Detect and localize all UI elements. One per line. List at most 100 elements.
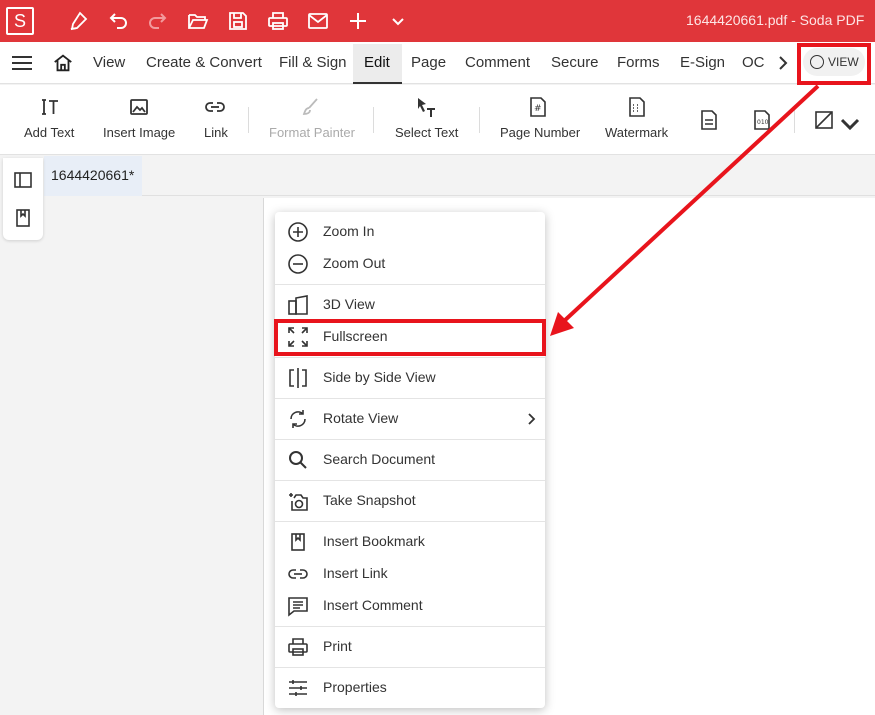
save-icon[interactable] [226, 9, 250, 33]
comment-icon [287, 595, 309, 617]
menu-edit[interactable]: Edit [364, 54, 390, 71]
sign-pen-icon[interactable] [66, 9, 90, 33]
redo-icon[interactable] [146, 9, 170, 33]
watermark-label: Watermark [605, 125, 669, 140]
select-text-button[interactable]: Select Text [392, 85, 464, 155]
add-text-label: Add Text [24, 125, 75, 140]
menu-item-insert-comment[interactable]: Insert Comment [275, 589, 545, 621]
menu-item-insert-bookmark[interactable]: Insert Bookmark [275, 525, 545, 557]
format-painter-button[interactable]: Format Painter [266, 85, 358, 155]
page-number-label: Page Number [500, 125, 581, 140]
menu-item-zoom-in[interactable]: Zoom In [275, 215, 545, 247]
print-icon [287, 636, 309, 658]
watermark-icon [625, 95, 649, 119]
ribbon-separator [373, 107, 374, 133]
chevron-right-icon [527, 412, 537, 426]
menu-forms[interactable]: Forms [617, 54, 660, 71]
undo-icon[interactable] [106, 9, 130, 33]
brush-icon [299, 95, 323, 119]
menu-fill-sign[interactable]: Fill & Sign [279, 54, 347, 71]
add-text-icon [38, 95, 62, 119]
zoom-in-icon [287, 221, 309, 243]
menu-item-label: Print [323, 638, 352, 654]
zoom-out-icon [287, 253, 309, 275]
document-title: 1644420661.pdf - Soda PDF [686, 12, 865, 28]
header-footer-button[interactable] [697, 85, 721, 155]
menu-page[interactable]: Page [411, 54, 446, 71]
menu-item-label: Insert Comment [323, 597, 423, 613]
menu-item-take-snapshot[interactable]: Take Snapshot [275, 484, 545, 516]
chevron-right-icon[interactable] [776, 55, 790, 71]
print-icon[interactable] [266, 9, 290, 33]
properties-icon [287, 677, 309, 699]
bates-numbering-icon: 010 [750, 108, 774, 132]
rotate-icon [287, 408, 309, 430]
hamburger-menu-icon[interactable] [12, 54, 34, 72]
insert-image-label: Insert Image [103, 125, 176, 140]
email-icon[interactable] [306, 9, 330, 33]
side-by-side-icon [287, 367, 309, 389]
soda-logo[interactable]: S [6, 7, 34, 35]
link-label: Link [204, 125, 228, 140]
page-number-button[interactable]: # Page Number [497, 85, 581, 155]
add-text-button[interactable]: Add Text [18, 85, 82, 155]
menu-comment[interactable]: Comment [465, 54, 530, 71]
redact-button[interactable] [812, 85, 860, 155]
title-bar: S 1644420661.pdf - Soda PDF [0, 0, 875, 42]
menu-item-3d-view[interactable]: 3D View [275, 288, 545, 320]
menu-item-label: Take Snapshot [323, 492, 416, 508]
home-icon[interactable] [52, 52, 74, 74]
redact-icon [812, 108, 836, 132]
menu-divider [275, 667, 545, 668]
menu-divider [275, 284, 545, 285]
menu-item-insert-link[interactable]: Insert Link [275, 557, 545, 589]
menu-bar: View Create & Convert Fill & Sign Edit P… [0, 42, 875, 84]
format-painter-label: Format Painter [269, 125, 355, 140]
menu-divider [275, 521, 545, 522]
menu-esign[interactable]: E-Sign [680, 54, 725, 71]
menu-item-label: Insert Link [323, 565, 388, 581]
menu-divider [275, 480, 545, 481]
menu-item-search-document[interactable]: Search Document [275, 443, 545, 475]
svg-text:#: # [534, 104, 542, 114]
menu-divider [275, 398, 545, 399]
menu-divider [275, 357, 545, 358]
menu-item-label: Insert Bookmark [323, 533, 425, 549]
view-dropdown-menu: Zoom In Zoom Out 3D View Fullscreen Side… [275, 212, 545, 708]
ribbon-separator [479, 107, 480, 133]
menu-item-label: Search Document [323, 451, 436, 467]
menu-item-rotate-view[interactable]: Rotate View [275, 402, 545, 434]
menu-item-zoom-out[interactable]: Zoom Out [275, 247, 545, 279]
chevron-down-icon [838, 112, 860, 131]
menu-item-properties[interactable]: Properties [275, 671, 545, 703]
thumbnails-panel-icon[interactable] [13, 170, 33, 190]
menu-item-label: Zoom Out [323, 255, 386, 271]
insert-image-button[interactable]: Insert Image [100, 85, 180, 155]
document-tab[interactable]: 1644420661* [44, 156, 142, 196]
link-icon [203, 95, 227, 119]
bookmarks-panel-icon[interactable] [13, 208, 33, 228]
link-button[interactable]: Link [197, 85, 237, 155]
snapshot-icon [287, 490, 309, 512]
ribbon-separator [794, 107, 795, 133]
menu-item-print[interactable]: Print [275, 630, 545, 662]
watermark-button[interactable]: Watermark [602, 85, 674, 155]
plus-icon[interactable] [346, 9, 370, 33]
menu-ocr[interactable]: OC [742, 54, 765, 71]
open-folder-icon[interactable] [186, 9, 210, 33]
menu-divider [275, 439, 545, 440]
menu-view[interactable]: View [93, 54, 125, 71]
3d-view-icon [287, 294, 309, 316]
menu-create-convert[interactable]: Create & Convert [146, 54, 262, 71]
menu-item-side-by-side[interactable]: Side by Side View [275, 361, 545, 393]
ribbon-separator [248, 107, 249, 133]
bates-button[interactable]: 010 [750, 85, 774, 155]
left-side-panel [3, 158, 43, 240]
document-tab-strip: 1644420661* [44, 156, 875, 196]
menu-item-label: Side by Side View [323, 369, 436, 385]
select-text-icon [414, 95, 438, 119]
svg-text:010: 010 [757, 119, 769, 126]
menu-secure[interactable]: Secure [551, 54, 599, 71]
chevron-down-icon[interactable] [386, 9, 410, 33]
menu-item-label: Rotate View [323, 410, 399, 426]
